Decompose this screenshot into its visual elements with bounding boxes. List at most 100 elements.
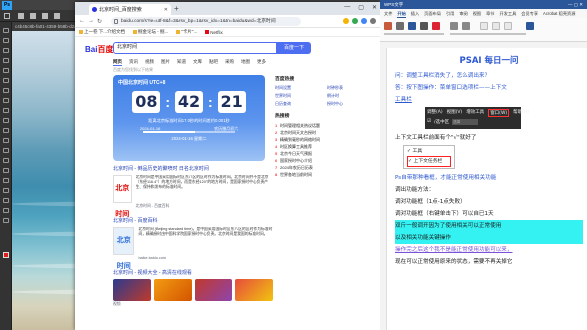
result-title-link[interactable]: 北京时间 - 百度百科 — [113, 217, 273, 224]
sidebar-link[interactable]: 授时中心 — [327, 101, 375, 107]
sidebar-link[interactable]: 日历查询 — [275, 101, 323, 107]
bookmark-item[interactable]: Netflix — [205, 30, 223, 35]
gradient-tool-icon[interactable] — [3, 138, 9, 143]
profile-avatar-icon[interactable] — [361, 18, 367, 24]
marquee-tool-icon[interactable] — [3, 38, 9, 43]
new-tab-icon[interactable]: + — [174, 4, 179, 13]
foreground-color-swatch[interactable] — [3, 252, 9, 258]
font-icon[interactable] — [396, 22, 404, 30]
home-icon[interactable] — [4, 13, 10, 19]
style-normal-icon[interactable] — [480, 22, 488, 30]
select-tool-icon[interactable] — [30, 13, 36, 19]
extension-puzzle-icon[interactable] — [352, 18, 358, 24]
tab-more[interactable]: 更多 — [257, 59, 266, 66]
minimize-button[interactable]: — — [344, 4, 350, 11]
video-thumbnail[interactable] — [153, 279, 192, 301]
tab-video[interactable]: 视频 — [145, 59, 154, 66]
paste-icon[interactable] — [384, 22, 392, 30]
video-thumbnail[interactable] — [235, 279, 273, 301]
healing-brush-icon[interactable] — [3, 88, 9, 93]
ps-document-tab[interactable]: c4b45c8b-fa01-4359-b58b-d2a4b ... — [12, 22, 80, 31]
result-thumbnail[interactable]: 北京时间 — [113, 175, 132, 218]
find-icon[interactable] — [526, 22, 534, 30]
sidebar-link[interactable]: 时间设置 — [275, 85, 323, 91]
pen-tool-icon[interactable] — [3, 168, 9, 173]
type-tool-icon[interactable] — [3, 178, 9, 183]
word-window-controls[interactable]: — ▢ ✕ — [568, 0, 583, 9]
result-source[interactable]: baike.baidu.com — [138, 256, 273, 260]
bold-icon[interactable] — [408, 22, 416, 30]
move-tool-icon[interactable] — [18, 13, 24, 19]
hot-item[interactable]: 2 北京时间天文台授时 — [275, 129, 375, 136]
result-title-link[interactable]: 北京时间 - 视频大全 - 高清在线观看 — [113, 269, 273, 276]
eyedropper-icon[interactable] — [3, 78, 9, 83]
sidebar-link[interactable]: 世界时间 — [275, 93, 323, 99]
result-source[interactable]: 北京时间 - 百度百科 — [136, 204, 273, 209]
reload-icon[interactable]: ↻ — [97, 18, 102, 25]
browser-tab[interactable]: 北京时间_百度搜索 ✕ — [89, 4, 171, 15]
beijing-time-card[interactable]: 中国北京时间 UTC+8 08 : 42 : 21 距离北京标准时间17.0秒的… — [113, 75, 265, 161]
shape-tool-icon[interactable] — [3, 198, 9, 203]
result-source[interactable]: 视频 — [113, 302, 273, 307]
path-select-icon[interactable] — [3, 188, 9, 193]
magic-wand-icon[interactable] — [3, 58, 9, 63]
address-bar[interactable]: baidu.com/s?ie=utf-8&f=3&rsv_bp=1&rsv_id… — [111, 17, 301, 26]
bookmark-item[interactable]: "卡片"... — [176, 29, 197, 35]
word-menu-item[interactable]: 引用 — [446, 9, 454, 18]
sidebar-link[interactable]: 倒计时 — [327, 93, 375, 99]
hot-item[interactable]: 1 时间管理相关热议话题 — [275, 122, 375, 129]
result-title-link[interactable]: 北京时间 - 倒品历史的聚喷时 日名北京时间 — [113, 165, 273, 172]
hand-tool-icon[interactable] — [3, 208, 9, 213]
word-menu-item[interactable]: 章节 — [486, 9, 494, 18]
italic-icon[interactable] — [420, 22, 428, 30]
result-thumbnail[interactable]: 北京时间 — [113, 227, 135, 270]
blur-tool-icon[interactable] — [3, 148, 9, 153]
word-menu-item[interactable]: 文件 — [384, 9, 392, 18]
word-menu-item[interactable]: 审阅 — [459, 9, 467, 18]
list-icon[interactable] — [462, 22, 470, 30]
tab-web[interactable]: 网页 — [113, 59, 122, 66]
tab-purchase[interactable]: 采购 — [225, 59, 234, 66]
align-icon[interactable] — [450, 22, 458, 30]
close-tab-icon[interactable]: ✕ — [164, 7, 168, 13]
tab-wenku[interactable]: 文库 — [193, 59, 202, 66]
menu-dots-icon[interactable] — [370, 18, 376, 24]
hot-item[interactable]: 4 时区换算工具推荐 — [275, 143, 375, 150]
maximize-button[interactable]: ▢ — [358, 4, 364, 11]
word-menu-item[interactable]: 插入 — [411, 9, 419, 18]
extension-star-icon[interactable] — [343, 18, 349, 24]
forward-icon[interactable]: → — [88, 18, 94, 24]
font-color-icon[interactable] — [432, 22, 440, 30]
word-page[interactable]: PSAI 每日一问 问：调整工具栏消失了，怎么调出来？ 答：按下图操作：菜单窗口… — [386, 48, 587, 330]
search-button[interactable]: 百度一下 — [277, 42, 311, 54]
align-tool-icon[interactable] — [42, 13, 48, 19]
word-menu-item[interactable]: 开始 — [397, 9, 406, 18]
eraser-tool-icon[interactable] — [3, 128, 9, 133]
word-menu-item[interactable]: 页面布局 — [424, 9, 441, 18]
video-thumbnail[interactable] — [113, 279, 151, 301]
baidu-logo[interactable]: Bai百度 — [85, 44, 113, 55]
transform-tool-icon[interactable] — [54, 13, 60, 19]
word-menu-item[interactable]: 开发工具 — [500, 9, 517, 18]
bookmark-item[interactable]: 掘金论坛 - 掘... — [133, 29, 168, 35]
hot-item[interactable]: 8 世界各地当前时间 — [275, 171, 375, 178]
tab-images[interactable]: 图片 — [161, 59, 170, 66]
hot-item[interactable]: 5 北京今日天气预报 — [275, 150, 375, 157]
clone-stamp-icon[interactable] — [3, 108, 9, 113]
history-brush-icon[interactable] — [3, 118, 9, 123]
back-icon[interactable]: ← — [79, 18, 85, 24]
tab-zhidao[interactable]: 知道 — [177, 59, 186, 66]
bookmark-item[interactable]: 上一卷 下...介绍文档 — [79, 29, 125, 35]
style-heading2-icon[interactable] — [504, 22, 512, 30]
brush-tool-icon[interactable] — [3, 98, 9, 103]
search-input[interactable]: 北京时间 — [113, 42, 277, 54]
hot-item[interactable]: 7 2024年农历日历表 — [275, 164, 375, 171]
crop-tool-icon[interactable] — [3, 68, 9, 73]
video-thumbnail[interactable] — [194, 279, 233, 301]
tab-map[interactable]: 地图 — [241, 59, 250, 66]
close-window-button[interactable]: ✕ — [372, 4, 377, 11]
hot-item[interactable]: 6 国家授时中心介绍 — [275, 157, 375, 164]
dodge-tool-icon[interactable] — [3, 158, 9, 163]
tab-news[interactable]: 资讯 — [129, 59, 138, 66]
word-menu-item[interactable]: Acrobat 稻壳资源 — [543, 9, 575, 18]
